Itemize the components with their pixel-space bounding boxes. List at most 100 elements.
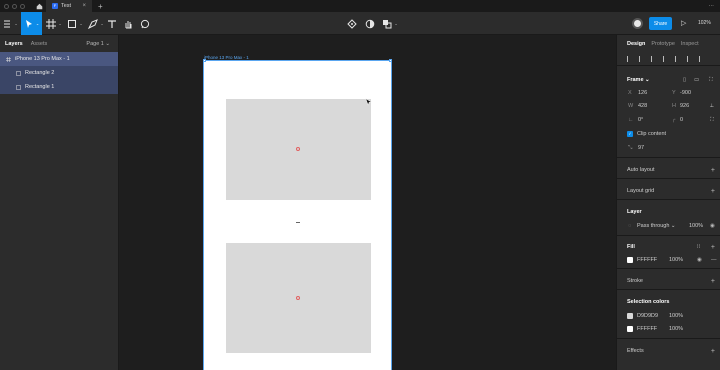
clip-content-row[interactable]: ✓ Clip content bbox=[617, 128, 720, 140]
tab-inspect[interactable]: Inspect bbox=[681, 41, 699, 47]
height-field[interactable]: 926 bbox=[680, 103, 689, 109]
fill-swatch[interactable] bbox=[627, 257, 633, 263]
hand-tool-icon[interactable] bbox=[122, 12, 134, 35]
add-auto-layout-icon[interactable]: + bbox=[711, 167, 715, 174]
fill-header: Fill ⁞⁞ + bbox=[617, 241, 720, 253]
tab-prototype[interactable]: Prototype bbox=[651, 41, 675, 47]
layer-rectangle-1[interactable]: Rectangle 1 bbox=[0, 80, 118, 94]
tab-layers[interactable]: Layers bbox=[5, 41, 23, 47]
corner-radius-field[interactable]: 0 bbox=[680, 117, 683, 123]
clip-content-checkbox[interactable]: ✓ bbox=[627, 131, 633, 137]
stroke-row: Stroke + bbox=[617, 275, 720, 287]
layout-grid-label: Layout grid bbox=[627, 188, 655, 194]
align-top-icon[interactable] bbox=[663, 55, 668, 62]
independent-corners-icon[interactable]: ⛶ bbox=[710, 117, 714, 124]
iphone-frame[interactable] bbox=[203, 60, 392, 370]
rotation-field[interactable]: 0° bbox=[638, 117, 643, 123]
shape-tool-icon[interactable]: ⌄ bbox=[65, 12, 85, 35]
more-icon[interactable]: ··· bbox=[709, 3, 720, 9]
layer-section-header: Layer bbox=[617, 206, 720, 218]
align-left-icon[interactable] bbox=[627, 55, 632, 62]
layer-frame[interactable]: iPhone 13 Pro Max - 1 bbox=[0, 52, 118, 66]
effects-row: Effects + bbox=[617, 345, 720, 357]
avatar[interactable] bbox=[632, 18, 643, 29]
text-tool-icon[interactable] bbox=[106, 12, 118, 35]
selection-color-hex[interactable]: FFFFFF bbox=[637, 326, 657, 332]
resize-fit-icon[interactable]: ⛶ bbox=[709, 77, 713, 84]
tab-design[interactable]: Design bbox=[627, 41, 645, 47]
comment-icon[interactable] bbox=[139, 12, 151, 35]
selection-color-opacity[interactable]: 100% bbox=[669, 313, 683, 319]
distribute-icon[interactable] bbox=[699, 55, 704, 62]
w-label: W bbox=[628, 103, 634, 109]
style-grid-icon[interactable]: ⁞⁞ bbox=[697, 244, 700, 250]
layer-label: Rectangle 1 bbox=[25, 84, 55, 90]
align-center-icon[interactable] bbox=[639, 55, 644, 62]
page-selector[interactable]: Page 1 ⌄ bbox=[86, 41, 110, 47]
rectangle-2[interactable] bbox=[226, 99, 371, 200]
portrait-icon[interactable]: ▯ bbox=[683, 77, 686, 83]
add-stroke-icon[interactable]: + bbox=[711, 278, 715, 285]
fill-hex-field[interactable]: FFFFFF bbox=[637, 257, 657, 263]
selection-color-row[interactable]: FFFFFF 100% bbox=[617, 323, 720, 335]
size-row: W 428 H 926 ⟂ bbox=[617, 100, 720, 112]
rectangle-1[interactable] bbox=[226, 243, 371, 353]
y-field[interactable]: -900 bbox=[680, 90, 691, 96]
new-tab-button[interactable]: + bbox=[92, 2, 103, 11]
canvas[interactable]: iPhone 13 Pro Max - 1 bbox=[119, 35, 616, 370]
home-icon[interactable] bbox=[32, 0, 46, 12]
layer-section-title: Layer bbox=[627, 209, 642, 215]
close-tab-icon[interactable]: × bbox=[82, 3, 86, 9]
resize-handle[interactable] bbox=[389, 59, 392, 62]
x-field[interactable]: 126 bbox=[638, 90, 647, 96]
divider bbox=[617, 178, 720, 179]
resize-handle[interactable] bbox=[203, 59, 206, 62]
zoom-level[interactable]: 102% bbox=[698, 20, 711, 26]
frame-icon bbox=[6, 56, 11, 62]
add-effect-icon[interactable]: + bbox=[711, 348, 715, 355]
alignment-controls[interactable] bbox=[617, 52, 720, 66]
fill-opacity-field[interactable]: 100% bbox=[669, 257, 683, 263]
tab-assets[interactable]: Assets bbox=[31, 41, 48, 47]
frame-name-label[interactable]: iPhone 13 Pro Max - 1 bbox=[204, 55, 249, 60]
position-row: X 126 Y -900 bbox=[617, 87, 720, 99]
eye-icon[interactable]: ◉ bbox=[710, 223, 715, 229]
share-button[interactable]: Share bbox=[649, 17, 672, 30]
fill-row: FFFFFF 100% ◉ — bbox=[617, 254, 720, 266]
play-icon[interactable]: ▷ bbox=[681, 19, 686, 27]
add-layout-grid-icon[interactable]: + bbox=[711, 188, 715, 195]
constrain-proportions-icon[interactable]: ⟂ bbox=[710, 103, 714, 110]
stroke-label: Stroke bbox=[627, 278, 643, 284]
frame-tool-icon[interactable]: ⌄ bbox=[44, 12, 64, 35]
frame-section-title[interactable]: Frame ⌄ bbox=[627, 77, 650, 83]
blend-mode-select[interactable]: Pass through ⌄ bbox=[637, 223, 676, 229]
align-middle-icon[interactable] bbox=[675, 55, 680, 62]
file-tab[interactable]: F Test × bbox=[46, 0, 92, 12]
selection-color-swatch[interactable] bbox=[627, 326, 633, 332]
align-right-icon[interactable] bbox=[651, 55, 656, 62]
width-field[interactable]: 428 bbox=[638, 103, 647, 109]
frame-extra-field[interactable]: 97 bbox=[638, 145, 644, 151]
landscape-icon[interactable]: ▭ bbox=[694, 77, 699, 83]
layer-rectangle-2[interactable]: Rectangle 2 bbox=[0, 66, 118, 80]
layer-opacity-field[interactable]: 100% bbox=[689, 223, 703, 229]
eye-icon[interactable]: ◉ bbox=[697, 257, 702, 263]
main-menu-icon[interactable]: ⌄ bbox=[0, 12, 20, 35]
selection-colors-header: Selection colors bbox=[617, 296, 720, 308]
align-bottom-icon[interactable] bbox=[687, 55, 692, 62]
remove-fill-icon[interactable]: — bbox=[711, 257, 717, 263]
add-fill-icon[interactable]: + bbox=[711, 244, 715, 251]
rectangle-icon bbox=[16, 84, 21, 90]
layout-grid-row: Layout grid + bbox=[617, 185, 720, 197]
component-icon[interactable] bbox=[346, 12, 358, 35]
window-controls[interactable] bbox=[0, 3, 32, 9]
mask-icon[interactable] bbox=[364, 12, 376, 35]
selection-color-swatch[interactable] bbox=[627, 313, 633, 319]
selection-color-opacity[interactable]: 100% bbox=[669, 326, 683, 332]
selection-color-row[interactable]: D9D9D9 100% bbox=[617, 310, 720, 322]
move-tool-icon[interactable]: ⌄ bbox=[21, 12, 42, 35]
center-point-icon bbox=[296, 296, 300, 300]
pen-tool-icon[interactable]: ⌄ bbox=[86, 12, 106, 35]
selection-color-hex[interactable]: D9D9D9 bbox=[637, 313, 658, 319]
boolean-icon[interactable]: ⌄ bbox=[381, 12, 399, 35]
